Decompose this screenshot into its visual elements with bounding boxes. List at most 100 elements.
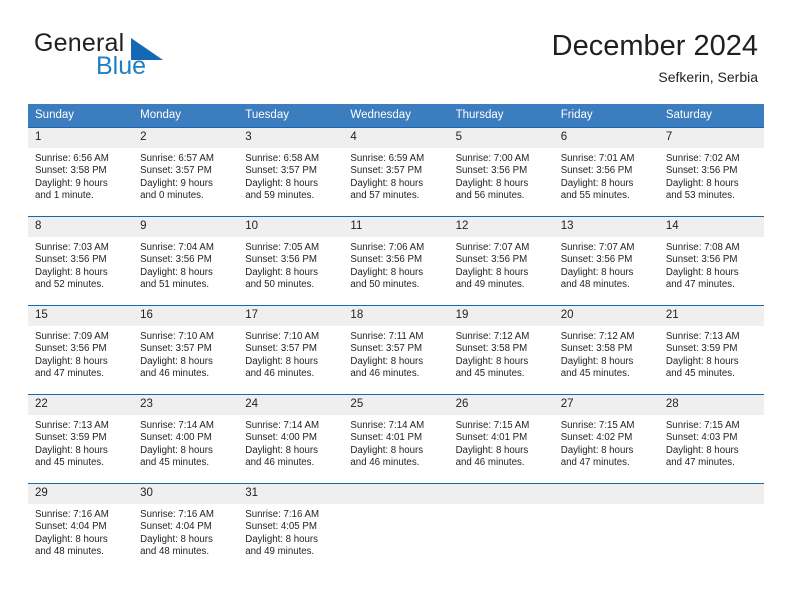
sunset-time: Sunset: 4:00 PM (140, 432, 212, 444)
day-cell-inner: 7 Sunrise: 7:02 AM Sunset: 3:56 PM Daylight… (658, 128, 764, 216)
daylight-duration-line2: and 52 minutes. (35, 278, 104, 290)
day-number: 19 (448, 306, 554, 326)
daylight-duration-line2: and 1 minute. (35, 189, 94, 201)
daylight-duration-line1: Daylight: 8 hours (455, 355, 529, 367)
general-blue-logo[interactable]: General Blue (34, 30, 264, 88)
daylight-duration-line1: Daylight: 8 hours (350, 444, 424, 456)
daylight-duration-line1: Daylight: 9 hours (140, 177, 213, 189)
sunrise-time: Sunrise: 6:59 AM (350, 153, 425, 164)
day-details: Sunrise: 7:14 AM Sunset: 4:00 PM Daylight:… (133, 415, 238, 469)
calendar-day-cell[interactable]: 28 Sunrise: 7:15 AM Sunset: 4:03 PM Dayligh… (658, 394, 764, 484)
calendar-day-cell[interactable]: 24 Sunrise: 7:14 AM Sunset: 4:00 PM Dayligh… (238, 394, 344, 484)
sunrise-time: Sunrise: 7:01 AM (560, 153, 635, 164)
day-number: 27 (553, 395, 659, 415)
calendar-day-cell[interactable]: 12 Sunrise: 7:07 AM Sunset: 3:56 PM Dayligh… (448, 216, 554, 306)
day-details: Sunrise: 6:59 AM Sunset: 3:57 PM Daylight:… (343, 148, 448, 202)
daylight-duration-line1: Daylight: 8 hours (665, 266, 739, 278)
calendar-day-cell[interactable]: 20 Sunrise: 7:12 AM Sunset: 3:58 PM Dayligh… (553, 305, 659, 395)
calendar-day-cell[interactable]: 13 Sunrise: 7:07 AM Sunset: 3:56 PM Dayligh… (553, 216, 659, 306)
day-cell-inner: 19 Sunrise: 7:12 AM Sunset: 3:58 PM Dayligh… (448, 306, 554, 394)
sunset-time: Sunset: 3:56 PM (350, 254, 423, 266)
sunset-time: Sunset: 4:01 PM (455, 432, 528, 444)
day-cell-inner (343, 484, 449, 572)
day-details: Sunrise: 7:15 AM Sunset: 4:01 PM Daylight:… (449, 415, 554, 469)
daylight-duration-line1: Daylight: 8 hours (665, 177, 739, 189)
calendar-day-cell[interactable]: 18 Sunrise: 7:11 AM Sunset: 3:57 PM Dayligh… (343, 305, 449, 395)
calendar-page: General Blue December 2024 Sefkerin, Ser… (0, 0, 792, 612)
calendar-week-row: 15 Sunrise: 7:09 AM Sunset: 3:56 PM Dayligh… (28, 305, 764, 395)
calendar-day-cell[interactable]: 11 Sunrise: 7:06 AM Sunset: 3:56 PM Dayligh… (343, 216, 449, 306)
calendar-day-cell[interactable]: 2 Sunrise: 6:57 AM Sunset: 3:57 PM Daylight… (133, 127, 239, 217)
day-cell-inner (553, 484, 659, 572)
calendar-day-cell[interactable]: 29 Sunrise: 7:16 AM Sunset: 4:04 PM Dayligh… (28, 483, 134, 572)
day-details: Sunrise: 7:04 AM Sunset: 3:56 PM Daylight:… (133, 237, 238, 291)
daylight-duration-line1: Daylight: 8 hours (350, 266, 424, 278)
calendar-day-cell[interactable]: 21 Sunrise: 7:13 AM Sunset: 3:59 PM Dayligh… (658, 305, 764, 395)
calendar-day-cell[interactable]: 30 Sunrise: 7:16 AM Sunset: 4:04 PM Dayligh… (133, 483, 239, 572)
day-number: 10 (238, 217, 344, 237)
day-number: 23 (133, 395, 239, 415)
day-details: Sunrise: 7:14 AM Sunset: 4:01 PM Daylight:… (343, 415, 448, 469)
day-cell-inner: 8 Sunrise: 7:03 AM Sunset: 3:56 PM Daylight… (28, 217, 134, 305)
day-details: Sunrise: 7:12 AM Sunset: 3:58 PM Daylight:… (554, 326, 659, 380)
daylight-duration-line1: Daylight: 8 hours (245, 177, 318, 189)
daylight-duration-line2: and 48 minutes. (35, 545, 104, 557)
calendar-day-cell[interactable]: 16 Sunrise: 7:10 AM Sunset: 3:57 PM Dayligh… (133, 305, 239, 395)
calendar-day-cell[interactable]: 1 Sunrise: 6:56 AM Sunset: 3:58 PM Daylight… (28, 127, 134, 217)
day-cell-inner: 1 Sunrise: 6:56 AM Sunset: 3:58 PM Daylight… (28, 128, 134, 216)
day-cell-inner: 6 Sunrise: 7:01 AM Sunset: 3:56 PM Daylight… (553, 128, 659, 216)
day-number: 12 (448, 217, 554, 237)
day-details: Sunrise: 6:57 AM Sunset: 3:57 PM Daylight:… (133, 148, 238, 202)
calendar-week-row: 1 Sunrise: 6:56 AM Sunset: 3:58 PM Daylight… (28, 127, 764, 217)
calendar-day-cell[interactable]: 14 Sunrise: 7:08 AM Sunset: 3:56 PM Dayligh… (658, 216, 764, 306)
day-cell-inner: 9 Sunrise: 7:04 AM Sunset: 3:56 PM Daylight… (133, 217, 239, 305)
daylight-duration-line2: and 57 minutes. (350, 189, 420, 201)
day-details: Sunrise: 7:11 AM Sunset: 3:57 PM Daylight:… (343, 326, 448, 380)
daylight-duration-line2: and 47 minutes. (35, 367, 104, 379)
calendar-day-cell[interactable]: 17 Sunrise: 7:10 AM Sunset: 3:57 PM Dayligh… (238, 305, 344, 395)
calendar-day-cell[interactable]: 6 Sunrise: 7:01 AM Sunset: 3:56 PM Daylight… (553, 127, 659, 217)
calendar-day-cell[interactable]: 8 Sunrise: 7:03 AM Sunset: 3:56 PM Daylight… (28, 216, 134, 306)
sunrise-time: Sunrise: 7:14 AM (245, 420, 320, 431)
calendar-day-cell[interactable]: 31 Sunrise: 7:16 AM Sunset: 4:05 PM Dayligh… (238, 483, 344, 572)
daylight-duration-line1: Daylight: 8 hours (35, 444, 108, 456)
calendar-day-cell[interactable]: 4 Sunrise: 6:59 AM Sunset: 3:57 PM Daylight… (343, 127, 449, 217)
calendar-day-cell[interactable]: 7 Sunrise: 7:02 AM Sunset: 3:56 PM Daylight… (658, 127, 764, 217)
calendar-day-cell[interactable]: 22 Sunrise: 7:13 AM Sunset: 3:59 PM Dayligh… (28, 394, 134, 484)
calendar-day-cell[interactable]: 5 Sunrise: 7:00 AM Sunset: 3:56 PM Daylight… (448, 127, 554, 217)
sunset-time: Sunset: 4:03 PM (665, 432, 738, 444)
weekday-header-wednesday: Wednesday (343, 104, 449, 128)
sunrise-time: Sunrise: 7:02 AM (665, 153, 740, 164)
daylight-duration-line1: Daylight: 8 hours (140, 266, 213, 278)
calendar-day-cell[interactable]: 25 Sunrise: 7:14 AM Sunset: 4:01 PM Dayligh… (343, 394, 449, 484)
day-details: Sunrise: 7:16 AM Sunset: 4:04 PM Daylight:… (28, 504, 133, 558)
day-number: 25 (343, 395, 449, 415)
calendar-day-cell[interactable]: 9 Sunrise: 7:04 AM Sunset: 3:56 PM Daylight… (133, 216, 239, 306)
sunrise-time: Sunrise: 7:16 AM (35, 509, 109, 520)
calendar-day-cell[interactable]: 19 Sunrise: 7:12 AM Sunset: 3:58 PM Dayligh… (448, 305, 554, 395)
day-details: Sunrise: 7:09 AM Sunset: 3:56 PM Daylight:… (28, 326, 133, 380)
calendar-day-cell[interactable]: 10 Sunrise: 7:05 AM Sunset: 3:56 PM Dayligh… (238, 216, 344, 306)
daylight-duration-line1: Daylight: 8 hours (245, 444, 318, 456)
daylight-duration-line2: and 50 minutes. (245, 278, 315, 290)
day-details: Sunrise: 7:07 AM Sunset: 3:56 PM Daylight:… (449, 237, 554, 291)
sunrise-time: Sunrise: 7:00 AM (455, 153, 530, 164)
calendar-day-cell[interactable]: 26 Sunrise: 7:15 AM Sunset: 4:01 PM Dayligh… (448, 394, 554, 484)
daylight-duration-line1: Daylight: 8 hours (35, 266, 108, 278)
day-cell-inner: 28 Sunrise: 7:15 AM Sunset: 4:03 PM Dayligh… (658, 395, 764, 483)
calendar-day-cell[interactable]: 15 Sunrise: 7:09 AM Sunset: 3:56 PM Dayligh… (28, 305, 134, 395)
calendar-day-cell[interactable]: 27 Sunrise: 7:15 AM Sunset: 4:02 PM Dayligh… (553, 394, 659, 484)
sunrise-time: Sunrise: 7:04 AM (140, 242, 214, 253)
calendar-day-cell[interactable]: 3 Sunrise: 6:58 AM Sunset: 3:57 PM Daylight… (238, 127, 344, 217)
day-number: 3 (238, 128, 344, 148)
calendar-day-cell[interactable]: 23 Sunrise: 7:14 AM Sunset: 4:00 PM Dayligh… (133, 394, 239, 484)
sunset-time: Sunset: 3:57 PM (350, 343, 423, 355)
daylight-duration-line2: and 47 minutes. (560, 456, 630, 468)
weekday-header-monday: Monday (133, 104, 239, 128)
daylight-duration-line1: Daylight: 8 hours (140, 444, 213, 456)
day-details: Sunrise: 6:56 AM Sunset: 3:58 PM Daylight:… (28, 148, 133, 202)
day-details: Sunrise: 6:58 AM Sunset: 3:57 PM Daylight:… (238, 148, 343, 202)
day-details (554, 504, 659, 509)
day-cell-inner: 25 Sunrise: 7:14 AM Sunset: 4:01 PM Dayligh… (343, 395, 449, 483)
day-cell-inner: 20 Sunrise: 7:12 AM Sunset: 3:58 PM Dayligh… (553, 306, 659, 394)
